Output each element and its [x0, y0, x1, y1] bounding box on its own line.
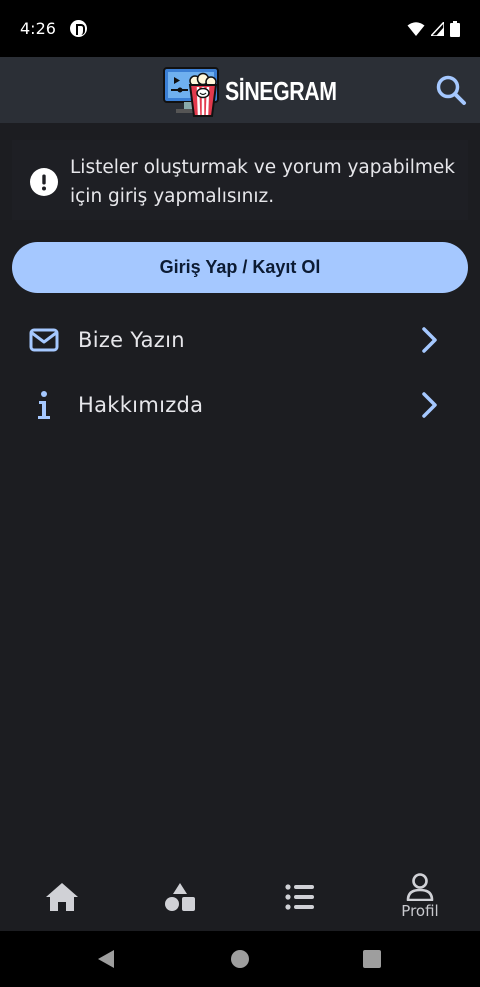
info-icon	[28, 389, 60, 421]
app-logo[interactable]: SİNEGRAM	[162, 65, 361, 117]
shapes-icon	[165, 882, 195, 911]
back-icon[interactable]	[96, 949, 116, 969]
envelope-icon	[28, 324, 60, 356]
menu-item-contact[interactable]: Bize Yazın	[12, 312, 468, 368]
login-required-notice: Listeler oluşturmak ve yorum yapabilmek …	[12, 140, 468, 220]
app-notification-icon	[69, 20, 87, 37]
menu-item-label: Hakkımızda	[78, 393, 204, 417]
nav-tab-categories[interactable]	[120, 862, 240, 931]
chevron-right-icon	[422, 392, 437, 418]
exclamation-circle-icon	[30, 168, 58, 196]
search-button[interactable]	[434, 73, 468, 107]
home-icon	[46, 882, 78, 911]
nav-tab-label: Profil	[401, 902, 439, 920]
list-icon	[285, 883, 314, 910]
nav-tab-home[interactable]	[2, 862, 122, 931]
nav-tab-profile[interactable]: Profil	[360, 862, 480, 931]
status-bar: 4:26	[0, 0, 480, 57]
nav-tab-lists[interactable]	[240, 862, 360, 931]
menu-item-label: Bize Yazın	[78, 328, 185, 352]
chevron-right-icon	[422, 327, 437, 353]
user-icon	[406, 873, 434, 901]
bottom-navigation: Profil	[0, 862, 480, 931]
app-bar: SİNEGRAM	[0, 57, 480, 123]
system-navigation-bar	[0, 931, 480, 987]
popcorn-monitor-logo-icon	[163, 67, 219, 117]
app-logo-text: SİNEGRAM	[225, 75, 337, 106]
status-indicators	[407, 20, 460, 37]
wifi-icon	[407, 21, 425, 36]
battery-icon	[450, 20, 460, 37]
home-circle-icon[interactable]	[230, 949, 250, 969]
cellular-signal-icon	[431, 21, 444, 36]
status-time: 4:26	[20, 19, 56, 38]
search-icon	[436, 75, 466, 105]
login-register-button[interactable]: Giriş Yap / Kayıt Ol	[12, 242, 468, 293]
menu-item-about[interactable]: Hakkımızda	[12, 377, 468, 433]
notice-text: Listeler oluşturmak ve yorum yapabilmek …	[70, 157, 455, 207]
recents-square-icon[interactable]	[363, 950, 381, 968]
